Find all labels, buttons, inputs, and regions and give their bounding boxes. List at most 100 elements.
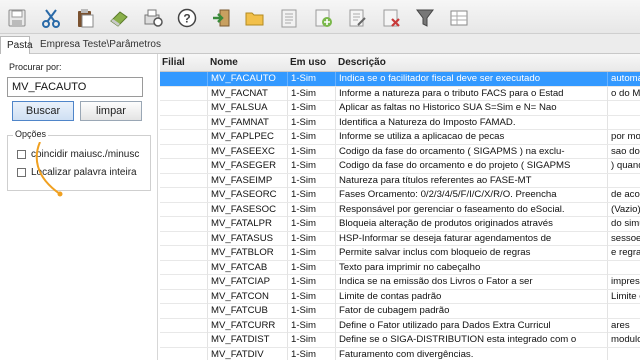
table-row[interactable]: MV_FATBLOR 1-Sim Permite salvar inclus com… (160, 246, 640, 261)
cell-descricao-continued: o do Ma (611, 87, 640, 99)
limpar-button[interactable]: limpar (80, 101, 142, 121)
cell-filial (160, 217, 208, 231)
cut-button[interactable] (38, 6, 64, 30)
search-input[interactable] (7, 77, 143, 97)
save-button[interactable] (4, 6, 30, 30)
new-document-icon (315, 9, 332, 27)
table-row[interactable]: MV_FATDIST 1-Sim Define se o SIGA-DISTRIBU… (160, 333, 640, 348)
cell-descricao-continued: (Vazio) (611, 203, 640, 215)
cell-descricao: Codigo da fase do orcamento e do projeto… (336, 159, 608, 173)
match-case-option[interactable]: coincidir maiusc./minusc (17, 147, 139, 161)
table-row[interactable]: MV_FATCURR 1-Sim Define o Fator utilizado … (160, 318, 640, 333)
cell-em-uso: 1-Sim (288, 217, 336, 231)
cell-descricao: Responsável por gerenciar o faseamento d… (336, 202, 608, 217)
cell-descricao-continued (608, 304, 640, 318)
cell-em-uso: 1-Sim (288, 289, 336, 304)
edit-document-icon (349, 9, 366, 27)
cell-descricao-continued: de acor (611, 189, 640, 200)
cell-descricao: Bloqueia alteração de produtos originado… (336, 217, 608, 231)
cell-descricao: Informe se utiliza a aplicacao de pecas (336, 130, 608, 144)
tab-empresa-parametros[interactable]: Empresa Teste\Parâmetros (34, 36, 167, 54)
cell-filial (160, 115, 208, 130)
table-row[interactable]: MV_FAPLPEC 1-Sim Informe se utiliza a apli… (160, 130, 640, 145)
match-case-checkbox[interactable] (17, 149, 26, 159)
print-preview-button[interactable] (140, 6, 166, 30)
exit-button[interactable] (208, 6, 234, 30)
cell-descricao-continued: automa (611, 73, 640, 84)
toolbar: ? (0, 0, 640, 34)
cell-filial (160, 72, 208, 86)
cell-em-uso: 1-Sim (288, 202, 336, 217)
cell-em-uso: 1-Sim (288, 304, 336, 318)
print-preview-icon (144, 9, 163, 27)
cell-filial (160, 231, 208, 246)
open-folder-button[interactable] (242, 6, 268, 30)
cell-filial (160, 275, 208, 289)
cell-descricao-continued (608, 348, 640, 360)
cell-em-uso: 1-Sim (288, 144, 336, 159)
cell-descricao: Natureza para títulos referentes ao FASE… (336, 173, 608, 188)
cell-nome: MV_FATCON (208, 289, 288, 304)
tab-pasta[interactable]: Pasta (0, 36, 33, 54)
cell-descricao: Indica se na emissão dos Livros o Fator … (336, 275, 608, 289)
cell-nome: MV_FATDIV (208, 347, 288, 360)
table-row[interactable]: MV_FATCAB 1-Sim Texto para imprimir no cab… (160, 260, 640, 275)
cell-descricao-continued: modulo (611, 334, 640, 345)
cell-filial (160, 188, 208, 202)
cell-em-uso: 1-Sim (288, 86, 336, 101)
cell-filial (160, 130, 208, 144)
table-row[interactable]: MV_FASESOC 1-Sim Responsável por gerenciar… (160, 202, 640, 217)
table-row[interactable]: MV_FACAUTO 1-Sim Indica se o facilitador f… (160, 72, 640, 87)
table-row[interactable]: MV_FATALPR 1-Sim Bloqueia alteração de pro… (160, 217, 640, 232)
paste-button[interactable] (72, 6, 98, 30)
table-row[interactable]: MV_FATDIV 1-Sim Faturamento com divergênci… (160, 347, 640, 360)
table-row[interactable]: MV_FACNAT 1-Sim Informe a natureza para o … (160, 86, 640, 101)
column-header-descricao[interactable]: Descrição (338, 54, 386, 72)
cut-icon (42, 9, 60, 28)
cell-nome: MV_FASESOC (208, 202, 288, 217)
cell-descricao: Faturamento com divergências. (336, 347, 608, 360)
table-row[interactable]: MV_FASEIMP 1-Sim Natureza para títulos ref… (160, 173, 640, 188)
form-button[interactable] (276, 6, 302, 30)
help-button[interactable]: ? (174, 6, 200, 30)
cell-descricao-continued (608, 174, 640, 188)
cell-nome: MV_FATBLOR (208, 246, 288, 260)
grid-options-button[interactable] (446, 6, 472, 30)
table-row[interactable]: MV_FAMNAT 1-Sim Identifica a Natureza do I… (160, 115, 640, 130)
delete-document-button[interactable] (378, 6, 404, 30)
form-icon (281, 9, 297, 28)
buscar-button[interactable]: Buscar (12, 101, 74, 121)
table-row[interactable]: MV_FASEGER 1-Sim Codigo da fase do orcamen… (160, 159, 640, 174)
table-row[interactable]: MV_FATASUS 1-Sim HSP-Informar se deseja fa… (160, 231, 640, 246)
cell-nome: MV_FACAUTO (208, 72, 288, 86)
cell-descricao-continued: sao do (611, 145, 640, 157)
edit-document-button[interactable] (344, 6, 370, 30)
table-row[interactable]: MV_FATCUB 1-Sim Fator de cubagem padrão (160, 304, 640, 319)
table-row[interactable]: MV_FASEORC 1-Sim Fases Orcamento: 0/2/3/4/… (160, 188, 640, 203)
column-header-filial[interactable]: Filial (162, 54, 185, 72)
clear-button[interactable] (106, 6, 132, 30)
whole-word-option[interactable]: Localizar palavra inteira (17, 165, 137, 179)
cell-filial (160, 304, 208, 318)
new-document-button[interactable] (310, 6, 336, 30)
table-row[interactable]: MV_FATCIAP 1-Sim Indica se na emissão dos … (160, 275, 640, 290)
column-header-nome[interactable]: Nome (210, 54, 238, 72)
cell-nome: MV_FACNAT (208, 86, 288, 101)
cell-descricao-continued: impress (611, 276, 640, 287)
cell-descricao: Fator de cubagem padrão (336, 304, 608, 318)
cell-em-uso: 1-Sim (288, 101, 336, 115)
table-row[interactable]: MV_FASEEXC 1-Sim Codigo da fase do orcamen… (160, 144, 640, 159)
table-row[interactable]: MV_FALSUA 1-Sim Aplicar as faltas no Histo… (160, 101, 640, 116)
cell-filial (160, 260, 208, 275)
cell-em-uso: 1-Sim (288, 318, 336, 333)
cell-nome: MV_FATCIAP (208, 275, 288, 289)
cell-descricao: Fases Orcamento: 0/2/3/4/5/F/I/C/X/R/O. … (336, 188, 608, 202)
filter-button[interactable] (412, 6, 438, 30)
cell-descricao: Codigo da fase do orcamento ( SIGAPMS ) … (336, 144, 608, 159)
table-row[interactable]: MV_FATCON 1-Sim Limite de contas padrão Lim… (160, 289, 640, 304)
column-header-em-uso[interactable]: Em uso (290, 54, 326, 72)
cell-descricao-continued: Limite o (611, 290, 640, 302)
help-icon: ? (177, 8, 197, 28)
whole-word-checkbox[interactable] (17, 167, 26, 177)
cell-filial (160, 347, 208, 360)
